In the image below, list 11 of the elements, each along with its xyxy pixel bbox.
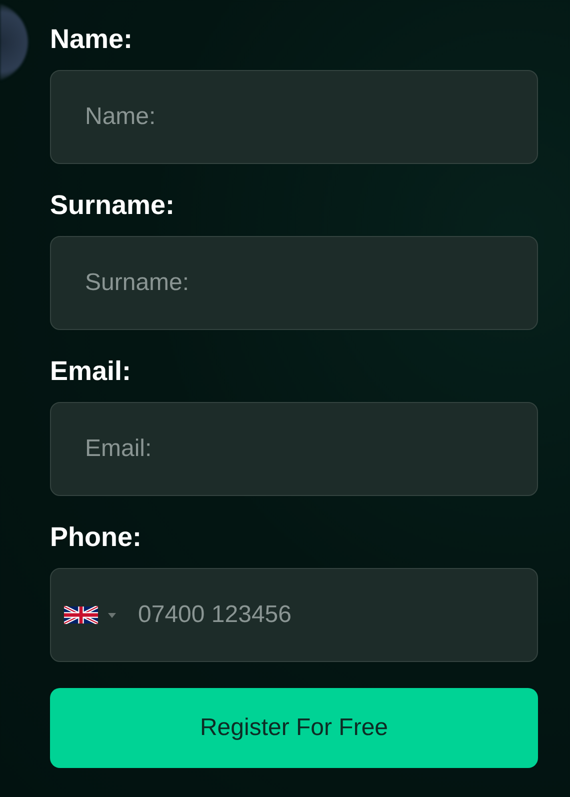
field-label: Email: (50, 355, 132, 388)
input-field[interactable]: Email: (50, 402, 538, 496)
register-button[interactable]: Register For Free (50, 688, 538, 768)
input-field[interactable]: Name: (50, 70, 538, 164)
field-label: Surname: (50, 189, 175, 222)
input-field[interactable]: Surname: (50, 236, 538, 330)
phone-field[interactable]: 07400 123456 (50, 568, 538, 662)
flag-icon[interactable] (64, 606, 98, 624)
caret-icon[interactable] (108, 613, 116, 618)
field-label: Phone: (50, 521, 142, 554)
field-label: Name: (50, 23, 133, 56)
